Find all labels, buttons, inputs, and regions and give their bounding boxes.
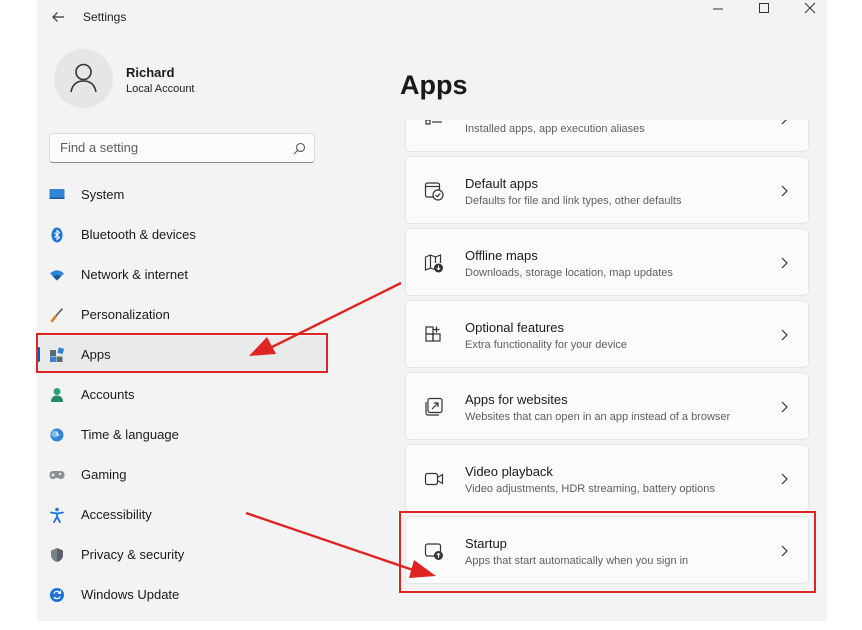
- video-playback-card[interactable]: Video playback Video adjustments, HDR st…: [405, 444, 809, 512]
- sidebar-item-label: Privacy & security: [81, 547, 185, 562]
- installed-apps-card[interactable]: Installed apps, app execution aliases: [405, 120, 809, 152]
- installed-apps-icon: [424, 120, 444, 129]
- sidebar-item-label: Gaming: [81, 467, 127, 482]
- card-title: Apps for websites: [465, 392, 568, 407]
- selection-indicator: [37, 347, 40, 362]
- chevron-right-icon: [779, 400, 789, 414]
- video-camera-icon: [424, 469, 444, 489]
- card-subtitle: Apps that start automatically when you s…: [465, 555, 689, 567]
- optional-features-card[interactable]: Optional features Extra functionality fo…: [405, 300, 809, 368]
- sidebar-item-personalization[interactable]: Personalization: [37, 296, 325, 332]
- back-arrow-icon[interactable]: [49, 8, 67, 26]
- person-icon: [49, 387, 65, 403]
- person-icon: [70, 63, 97, 93]
- sidebar-item-apps[interactable]: Apps: [37, 336, 325, 372]
- chevron-right-icon: [779, 256, 789, 270]
- sidebar-item-label: Time & language: [81, 427, 179, 442]
- apps-for-websites-card[interactable]: Apps for websites Websites that can open…: [405, 372, 809, 440]
- page-title: Apps: [400, 70, 468, 100]
- brush-icon: [49, 307, 65, 323]
- gamepad-icon: [49, 467, 65, 483]
- offline-maps-card[interactable]: Offline maps Downloads, storage location…: [405, 228, 809, 296]
- apps-icon: [49, 347, 65, 363]
- minimize-icon[interactable]: [701, 0, 735, 18]
- chevron-right-icon: [779, 328, 789, 342]
- sidebar-item-network[interactable]: Network & internet: [37, 256, 325, 292]
- search-icon[interactable]: [293, 142, 306, 155]
- sidebar-item-label: Windows Update: [81, 587, 180, 602]
- shield-icon: [49, 547, 65, 563]
- sidebar-item-label: Accessibility: [81, 507, 152, 522]
- app-title: Settings: [83, 10, 127, 24]
- monitor-icon: [49, 187, 65, 203]
- settings-window: Settings Richard Local Account Syst: [37, 0, 827, 621]
- sidebar-item-gaming[interactable]: Gaming: [37, 456, 325, 492]
- wifi-icon: [49, 267, 65, 283]
- globe-clock-icon: [49, 427, 65, 443]
- chevron-right-icon: [779, 120, 789, 126]
- sidebar-item-label: Bluetooth & devices: [81, 227, 196, 242]
- chevron-right-icon: [779, 544, 789, 558]
- maximize-icon[interactable]: [747, 0, 781, 18]
- avatar[interactable]: [54, 49, 113, 108]
- bluetooth-icon: [49, 227, 65, 243]
- title-bar: Settings: [37, 0, 827, 34]
- card-title: Optional features: [465, 320, 565, 335]
- card-title: Offline maps: [465, 248, 538, 263]
- sidebar-item-label: Apps: [81, 347, 111, 362]
- sidebar-item-time-language[interactable]: Time & language: [37, 416, 325, 452]
- accessibility-icon: [49, 507, 65, 523]
- search-box[interactable]: [49, 133, 315, 163]
- card-title: Video playback: [465, 464, 553, 479]
- card-subtitle: Websites that can open in an app instead…: [465, 411, 731, 423]
- sidebar-item-bluetooth[interactable]: Bluetooth & devices: [37, 216, 325, 252]
- optional-features-icon: [424, 325, 444, 345]
- sidebar-item-label: Personalization: [81, 307, 170, 322]
- close-icon[interactable]: [793, 0, 827, 18]
- sidebar-item-accessibility[interactable]: Accessibility: [37, 496, 325, 532]
- card-subtitle: Extra functionality for your device: [465, 339, 628, 351]
- settings-list: Installed apps, app execution aliases De…: [405, 120, 809, 621]
- sidebar-item-label: Network & internet: [81, 267, 188, 282]
- card-subtitle: Defaults for file and link types, other …: [465, 195, 682, 207]
- card-subtitle: Downloads, storage location, map updates: [465, 267, 673, 279]
- default-apps-icon: [424, 181, 444, 201]
- search-input[interactable]: [60, 140, 285, 155]
- card-subtitle: Video adjustments, HDR streaming, batter…: [465, 483, 715, 495]
- sidebar-item-label: System: [81, 187, 125, 202]
- sidebar-item-windows-update[interactable]: Windows Update: [37, 576, 325, 612]
- default-apps-card[interactable]: Default apps Defaults for file and link …: [405, 156, 809, 224]
- update-icon: [49, 587, 65, 603]
- open-in-app-icon: [424, 397, 444, 417]
- account-type: Local Account: [126, 83, 195, 95]
- chevron-right-icon: [779, 472, 789, 486]
- card-title: Default apps: [465, 176, 538, 191]
- card-subtitle: Installed apps, app execution aliases: [465, 123, 645, 135]
- card-title: Startup: [465, 536, 507, 551]
- sidebar-item-system[interactable]: System: [37, 176, 325, 212]
- startup-icon: [424, 541, 444, 561]
- sidebar-item-privacy[interactable]: Privacy & security: [37, 536, 325, 572]
- map-download-icon: [424, 253, 444, 273]
- user-name: Richard: [126, 65, 175, 80]
- sidebar-item-accounts[interactable]: Accounts: [37, 376, 325, 412]
- chevron-right-icon: [779, 184, 789, 198]
- startup-card[interactable]: Startup Apps that start automatically wh…: [405, 516, 809, 584]
- sidebar-item-label: Accounts: [81, 387, 135, 402]
